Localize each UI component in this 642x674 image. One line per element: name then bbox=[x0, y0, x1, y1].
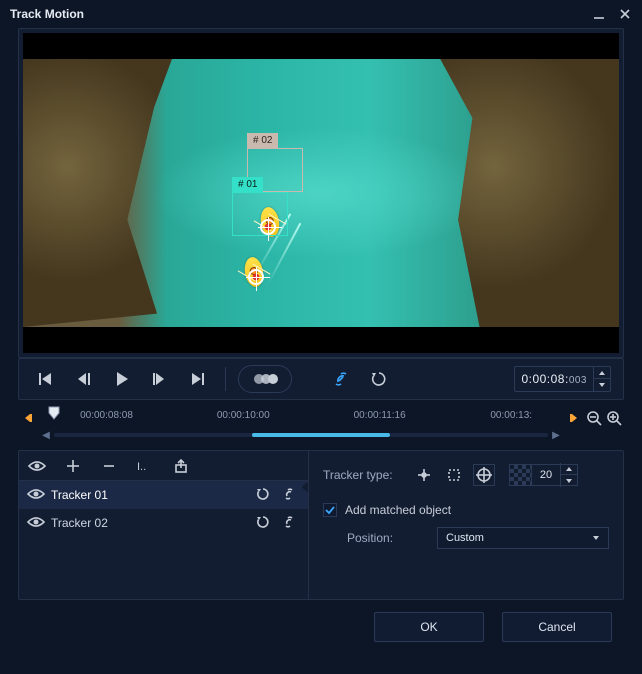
minimize-button[interactable] bbox=[588, 6, 610, 22]
tracker-list-panel: I.. Tracker 01 Tracker 02 bbox=[19, 451, 309, 599]
position-select[interactable]: Custom bbox=[437, 527, 609, 549]
tracker-reset-button[interactable] bbox=[256, 515, 274, 532]
tracker-properties: Tracker type: 20 Add matched object Posi… bbox=[309, 451, 623, 599]
tracker-size-spinner[interactable] bbox=[560, 463, 577, 487]
keyframe-next-button[interactable] bbox=[564, 412, 584, 424]
mode-multipoint-button[interactable] bbox=[473, 464, 495, 486]
rename-tracker-button[interactable]: I.. bbox=[135, 456, 155, 476]
timecode-down[interactable] bbox=[594, 379, 610, 391]
tracker-box-2-label: # 02 bbox=[247, 133, 278, 148]
export-tracker-button[interactable] bbox=[171, 456, 191, 476]
tracker-link-button[interactable] bbox=[282, 487, 300, 504]
ruler-label: 00:00:13: bbox=[490, 410, 532, 421]
tracker-row[interactable]: Tracker 01 bbox=[19, 481, 308, 509]
scroll-thumb[interactable] bbox=[252, 433, 390, 437]
tracker-toolbar: I.. bbox=[19, 451, 308, 481]
target-reticle-2[interactable] bbox=[248, 269, 264, 285]
mode-point-button[interactable] bbox=[413, 464, 435, 486]
transparency-swatch[interactable] bbox=[510, 465, 532, 485]
titlebar: Track Motion bbox=[0, 0, 642, 28]
position-label: Position: bbox=[347, 531, 437, 545]
close-button[interactable] bbox=[614, 6, 636, 22]
tracker-size-control: 20 bbox=[509, 464, 578, 486]
prev-frame-button[interactable] bbox=[69, 365, 99, 393]
link-track-button[interactable] bbox=[326, 365, 356, 393]
preview-panel: # 02 # 01 bbox=[18, 28, 624, 358]
tracker-name: Tracker 02 bbox=[51, 516, 248, 530]
timecode-up[interactable] bbox=[594, 367, 610, 379]
add-matched-label: Add matched object bbox=[345, 503, 451, 517]
cancel-button[interactable]: Cancel bbox=[502, 612, 612, 642]
size-up[interactable] bbox=[561, 463, 577, 475]
target-reticle-1[interactable] bbox=[260, 219, 276, 235]
window-title: Track Motion bbox=[10, 7, 584, 21]
tracker-type-modes bbox=[413, 464, 495, 486]
next-frame-button[interactable] bbox=[145, 365, 175, 393]
svg-text:I..: I.. bbox=[137, 461, 146, 473]
letterbox-top bbox=[23, 33, 619, 59]
ruler-label: 00:00:10:00 bbox=[217, 410, 270, 421]
motion-path-button[interactable] bbox=[238, 365, 292, 393]
ruler-label: 00:00:08:08 bbox=[80, 410, 133, 421]
scroll-right-button[interactable]: ▶ bbox=[548, 430, 564, 441]
tracker-size-value[interactable]: 20 bbox=[532, 469, 560, 481]
go-start-button[interactable] bbox=[31, 365, 61, 393]
scene-rocks-right bbox=[440, 59, 619, 327]
tracker-box-1-label: # 01 bbox=[232, 177, 263, 192]
timeline-ruler[interactable]: 00:00:08:08 00:00:10:00 00:00:11:16 00:00:1… bbox=[38, 408, 564, 428]
chevron-down-icon bbox=[592, 535, 600, 541]
add-matched-checkbox[interactable] bbox=[323, 503, 337, 517]
eye-icon[interactable] bbox=[27, 488, 43, 503]
playhead[interactable] bbox=[48, 406, 60, 422]
scroll-left-button[interactable]: ◀ bbox=[38, 430, 54, 441]
tracker-reset-button[interactable] bbox=[256, 487, 274, 504]
zoom-in-button[interactable] bbox=[604, 410, 624, 426]
timecode-display[interactable]: 0:00:08:003 bbox=[514, 366, 611, 392]
add-tracker-button[interactable] bbox=[63, 456, 83, 476]
tracker-name: Tracker 01 bbox=[51, 488, 248, 502]
timecode-value: 0:00:08: bbox=[521, 372, 568, 386]
tracker-type-label: Tracker type: bbox=[323, 468, 413, 482]
preview-scene: # 02 # 01 bbox=[23, 59, 619, 327]
position-value: Custom bbox=[446, 532, 484, 544]
go-end-button[interactable] bbox=[183, 365, 213, 393]
reset-track-button[interactable] bbox=[364, 365, 394, 393]
tracker-link-button[interactable] bbox=[282, 515, 300, 532]
scene-rocks-left bbox=[23, 59, 172, 327]
tracker-row[interactable]: Tracker 02 bbox=[19, 509, 308, 537]
footer: OK Cancel bbox=[0, 612, 642, 660]
letterbox-bottom bbox=[23, 327, 619, 353]
bottom-panel: I.. Tracker 01 Tracker 02 Tracker type: 2… bbox=[18, 450, 624, 600]
timecode-spinner[interactable] bbox=[593, 367, 610, 391]
play-button[interactable] bbox=[107, 365, 137, 393]
transport-bar: 0:00:08:003 bbox=[18, 358, 624, 400]
mode-area-button[interactable] bbox=[443, 464, 465, 486]
size-down[interactable] bbox=[561, 475, 577, 487]
visibility-all-icon[interactable] bbox=[27, 456, 47, 476]
remove-tracker-button[interactable] bbox=[99, 456, 119, 476]
zoom-out-button[interactable] bbox=[584, 410, 604, 426]
keyframe-prev-button[interactable] bbox=[18, 412, 38, 424]
preview-viewport[interactable]: # 02 # 01 bbox=[23, 33, 619, 353]
divider bbox=[225, 367, 226, 391]
ruler-label: 00:00:11:16 bbox=[354, 410, 406, 421]
tracker-list: Tracker 01 Tracker 02 bbox=[19, 481, 308, 599]
ok-button[interactable]: OK bbox=[374, 612, 484, 642]
timeline: 00:00:08:08 00:00:10:00 00:00:11:16 00:00:1… bbox=[18, 408, 624, 442]
timecode-ms: 003 bbox=[569, 375, 587, 386]
eye-icon[interactable] bbox=[27, 516, 43, 531]
scroll-track[interactable] bbox=[54, 433, 548, 437]
